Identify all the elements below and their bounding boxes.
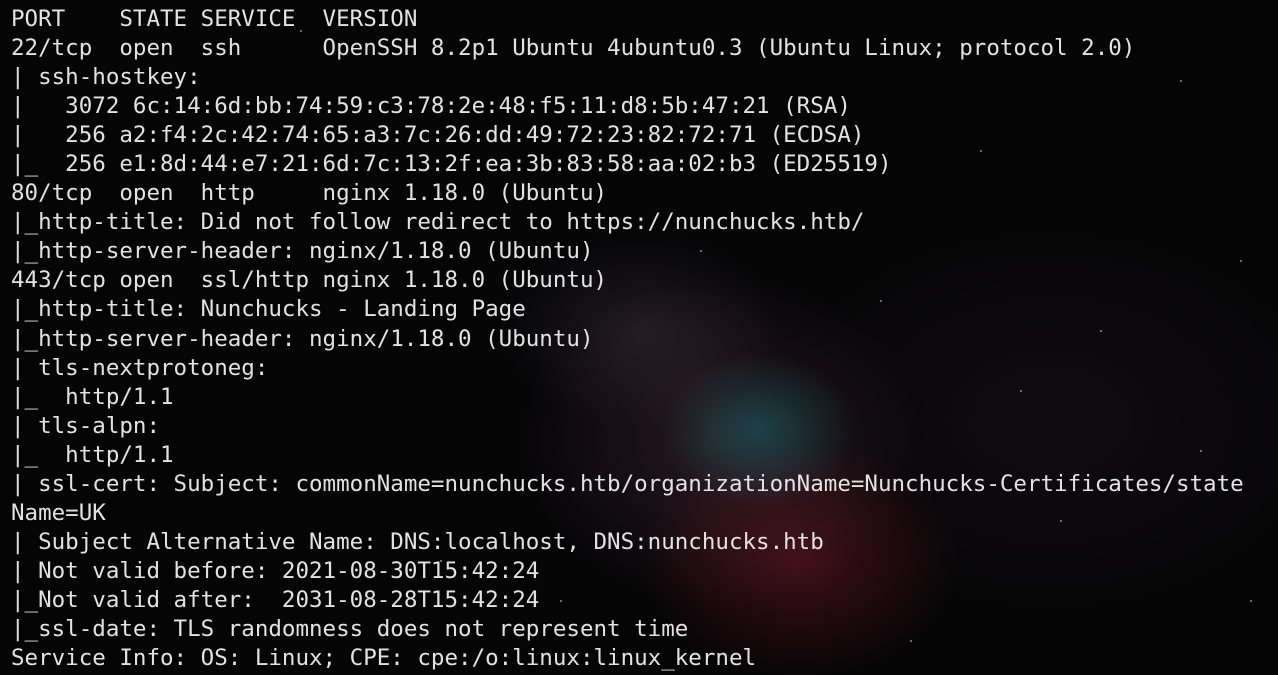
star bbox=[1250, 600, 1252, 602]
terminal-line: |_http-server-header: nginx/1.18.0 (Ubun… bbox=[11, 325, 594, 352]
terminal-line: | 256 a2:f4:2c:42:74:65:a3:7c:26:dd:49:7… bbox=[11, 122, 865, 149]
terminal-line: | 3072 6c:14:6d:bb:74:59:c3:78:2e:48:f5:… bbox=[11, 93, 851, 120]
terminal-line: | ssh-hostkey: bbox=[11, 64, 201, 91]
terminal-line: 443/tcp open ssl/http nginx 1.18.0 (Ubun… bbox=[11, 267, 608, 294]
terminal-line: Service Info: OS: Linux; CPE: cpe:/o:lin… bbox=[11, 645, 757, 672]
terminal-line: |_http-title: Nunchucks - Landing Page bbox=[11, 296, 526, 323]
terminal-line: | Not valid before: 2021-08-30T15:42:24 bbox=[11, 557, 540, 584]
terminal-line: | Subject Alternative Name: DNS:localhos… bbox=[11, 528, 824, 555]
terminal-window[interactable]: PORT STATE SERVICE VERSION 22/tcp open ss… bbox=[0, 0, 1278, 675]
terminal-line: | tls-alpn: bbox=[11, 412, 161, 439]
terminal-line: 80/tcp open http nginx 1.18.0 (Ubuntu) bbox=[11, 180, 608, 207]
terminal-line: |_http-title: Did not follow redirect to… bbox=[11, 209, 865, 236]
terminal-line: |_ http/1.1 bbox=[11, 383, 174, 410]
terminal-line: | ssl-cert: Subject: commonName=nunchuck… bbox=[11, 470, 1244, 497]
terminal-line: |_ http/1.1 bbox=[11, 441, 174, 468]
terminal-output[interactable]: PORT STATE SERVICE VERSION 22/tcp open ss… bbox=[11, 5, 1244, 673]
terminal-line: | tls-nextprotoneg: bbox=[11, 354, 269, 381]
terminal-line: PORT STATE SERVICE VERSION bbox=[11, 6, 418, 32]
terminal-line: |_Not valid after: 2031-08-28T15:42:24 bbox=[11, 586, 540, 613]
terminal-line: |_ 256 e1:8d:44:e7:21:6d:7c:13:2f:ea:3b:… bbox=[11, 151, 892, 178]
terminal-line: |_ssl-date: TLS randomness does not repr… bbox=[11, 615, 689, 642]
terminal-line: Name=UK bbox=[11, 499, 106, 526]
terminal-line: |_http-server-header: nginx/1.18.0 (Ubun… bbox=[11, 238, 594, 265]
terminal-line: 22/tcp open ssh OpenSSH 8.2p1 Ubuntu 4ub… bbox=[11, 35, 1136, 62]
